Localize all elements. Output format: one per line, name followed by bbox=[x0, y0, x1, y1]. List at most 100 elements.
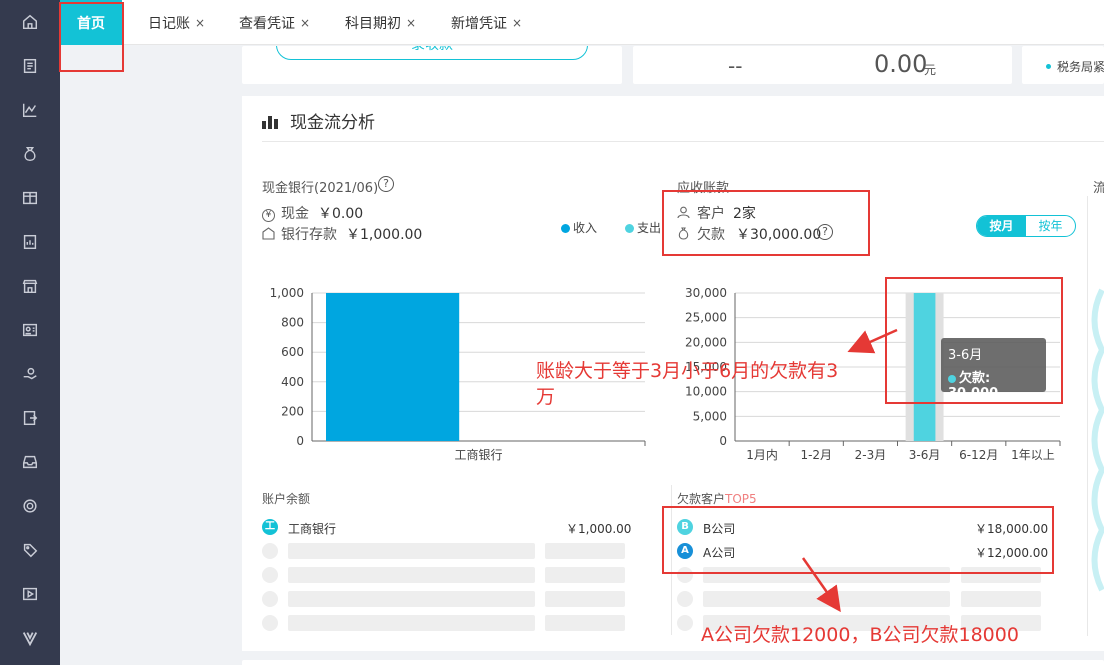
receipt-button[interactable]: 录收款 bbox=[276, 46, 588, 60]
ledger-icon[interactable] bbox=[18, 186, 42, 210]
y-tick-label: 600 bbox=[281, 345, 304, 359]
debt-label: 欠款 bbox=[697, 227, 725, 243]
customer-debt: ￥12,000.00 bbox=[975, 546, 1049, 560]
home-icon[interactable] bbox=[18, 10, 42, 34]
customer-name: B公司 bbox=[703, 522, 736, 536]
inbox-icon[interactable] bbox=[18, 450, 42, 474]
placeholder-bar bbox=[961, 591, 1041, 607]
legend-dot-expense bbox=[625, 224, 634, 233]
money-bag-icon[interactable] bbox=[18, 142, 42, 166]
y-tick-label: 5,000 bbox=[693, 409, 727, 423]
x-tick-label: 6-12月 bbox=[959, 448, 998, 462]
cash-bank-heading: 现金银行(2021/06) bbox=[262, 181, 379, 196]
legend-expense: 支出 bbox=[625, 219, 661, 236]
toggle-by-month[interactable]: 按月 bbox=[977, 216, 1026, 236]
section-title-text: 现金流分析 bbox=[290, 113, 375, 133]
placeholder-dot bbox=[262, 543, 278, 559]
amount-value: 0.00 bbox=[874, 50, 928, 78]
annotation-line: 万 bbox=[536, 386, 556, 408]
tab-label: 日记账 bbox=[148, 15, 190, 32]
bullet-icon bbox=[1046, 64, 1051, 69]
y-tick-label: 800 bbox=[281, 316, 304, 330]
settings-icon[interactable] bbox=[18, 494, 42, 518]
tab-label: 新增凭证 bbox=[451, 15, 507, 32]
close-icon[interactable]: × bbox=[300, 16, 310, 30]
placeholder-bar bbox=[703, 591, 950, 607]
legend-expense-label: 支出 bbox=[637, 221, 662, 235]
account-value: ￥1,000.00 bbox=[566, 522, 632, 536]
dash-value: -- bbox=[728, 54, 743, 78]
placeholder-dot bbox=[262, 615, 278, 631]
tooltip-title: 3-6月 bbox=[948, 348, 983, 363]
x-tick-label: 1年以上 bbox=[1011, 448, 1055, 462]
placeholder-dot bbox=[677, 615, 693, 631]
shop-icon[interactable] bbox=[18, 274, 42, 298]
bar bbox=[326, 293, 460, 441]
tax-bureau-link[interactable]: 税务局紧 bbox=[1046, 58, 1104, 75]
hand-coin-icon[interactable] bbox=[18, 362, 42, 386]
section-title: 现金流分析 bbox=[262, 108, 375, 133]
customer-label: 客户 bbox=[697, 206, 725, 222]
help-icon[interactable]: ? bbox=[378, 176, 394, 192]
id-card-icon[interactable] bbox=[18, 318, 42, 342]
x-tick-label: 工商银行 bbox=[454, 447, 502, 462]
help-icon[interactable]: ? bbox=[817, 224, 833, 240]
y-tick-label: 1,000 bbox=[270, 286, 304, 300]
placeholder-bar bbox=[703, 567, 950, 583]
tab-bar: 首页 日记账 × 查看凭证 × 科目期初 × 新增凭证 × bbox=[60, 0, 1104, 45]
placeholder-bar bbox=[288, 543, 535, 559]
top-left-card: 录收款 bbox=[242, 46, 622, 84]
v-logo-icon[interactable] bbox=[18, 626, 42, 650]
bank-label: 银行存款 bbox=[281, 227, 337, 243]
close-icon[interactable]: × bbox=[195, 16, 205, 30]
tooltip-value: 欠款: 30,000 bbox=[948, 371, 999, 401]
voucher-icon[interactable] bbox=[18, 54, 42, 78]
panel-divider bbox=[1087, 196, 1088, 636]
money-bag-icon bbox=[678, 227, 689, 240]
sidebar bbox=[0, 0, 60, 665]
period-toggle: 按月 按年 bbox=[976, 215, 1076, 237]
video-icon[interactable] bbox=[18, 582, 42, 606]
customer-value: 2家 bbox=[733, 206, 756, 222]
top-right-card: 税务局紧 bbox=[1022, 46, 1104, 84]
placeholder-dot bbox=[677, 591, 693, 607]
cash-label: 现金 bbox=[281, 206, 309, 222]
y-tick-label: 0 bbox=[719, 434, 727, 448]
bank-badge-icon: 工 bbox=[262, 519, 278, 535]
placeholder-bar bbox=[545, 567, 625, 583]
bar-chart-icon bbox=[262, 115, 278, 129]
tab-new-voucher[interactable]: 新增凭证 × bbox=[451, 0, 522, 45]
company-a-badge-icon: A bbox=[677, 543, 693, 559]
y-tick-label: 0 bbox=[296, 434, 304, 448]
tab-home[interactable]: 首页 bbox=[60, 0, 122, 45]
placeholder-bar bbox=[288, 615, 535, 631]
top-middle-card: -- 0.00 元 bbox=[633, 46, 1012, 84]
export-icon[interactable] bbox=[18, 406, 42, 430]
bank-row: 银行存款 bbox=[262, 224, 337, 244]
tab-subject-opening[interactable]: 科目期初 × bbox=[345, 0, 416, 45]
close-icon[interactable]: × bbox=[406, 16, 416, 30]
placeholder-bar bbox=[545, 591, 625, 607]
tab-journal[interactable]: 日记账 × bbox=[148, 0, 205, 45]
line-chart-icon[interactable] bbox=[18, 98, 42, 122]
report-icon[interactable] bbox=[18, 230, 42, 254]
toggle-by-year[interactable]: 按年 bbox=[1026, 216, 1075, 236]
y-tick-label: 30,000 bbox=[685, 286, 727, 300]
close-icon[interactable]: × bbox=[512, 16, 522, 30]
debt-value: ￥30,000.00 bbox=[736, 227, 822, 243]
x-tick-label: 1月内 bbox=[746, 448, 778, 462]
bank-value: ￥1,000.00 bbox=[346, 227, 423, 243]
chart-tooltip: 3-6月 欠款: 30,000 bbox=[941, 338, 1046, 401]
tooltip-dot bbox=[948, 375, 956, 383]
tag-icon[interactable] bbox=[18, 538, 42, 562]
aging-annotation: 账龄大于等于3月小于6月的欠款有3 万 bbox=[536, 358, 838, 410]
debt-annotation: A公司欠款12000，B公司欠款18000 bbox=[701, 624, 1019, 646]
tab-view-voucher[interactable]: 查看凭证 × bbox=[239, 0, 310, 45]
tooltip-row: 欠款: 30,000 bbox=[948, 367, 1039, 401]
bottom-card bbox=[242, 660, 1104, 665]
x-tick-label: 2-3月 bbox=[855, 448, 887, 462]
customer-debt: ￥18,000.00 bbox=[975, 522, 1049, 536]
heading-suffix: TOP5 bbox=[725, 492, 757, 506]
amount-unit: 元 bbox=[924, 63, 937, 77]
cash-row: ¥ 现金 bbox=[262, 203, 309, 223]
